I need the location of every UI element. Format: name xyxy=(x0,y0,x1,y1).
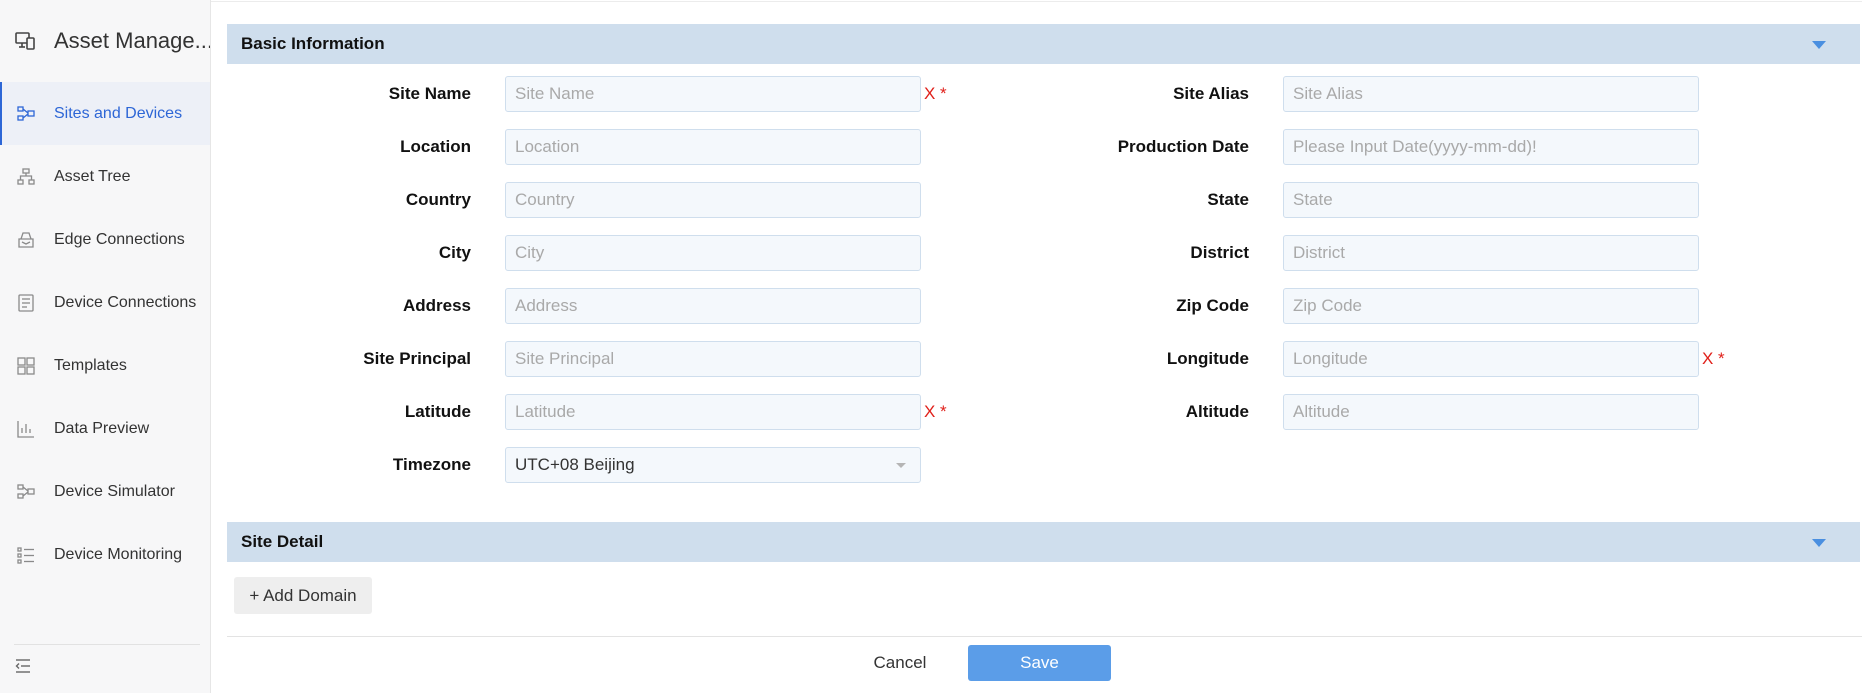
basic-information-header[interactable]: Basic Information xyxy=(227,24,1860,64)
sidebar-item-edge-connections[interactable]: Edge Connections xyxy=(0,208,210,271)
save-button[interactable]: Save xyxy=(968,645,1111,681)
sidebar: Asset Manage... Sites and Devices Asset … xyxy=(0,0,211,693)
timezone-select[interactable]: UTC+08 Beijing xyxy=(505,447,921,483)
location-label: Location xyxy=(400,137,471,156)
sidebar-header: Asset Manage... xyxy=(0,0,210,82)
collapse-menu-icon[interactable] xyxy=(14,657,32,675)
country-input[interactable] xyxy=(505,182,921,218)
edge-connections-icon xyxy=(16,230,36,250)
latitude-label: Latitude xyxy=(404,402,471,421)
altitude-label: Altitude xyxy=(1185,402,1249,421)
sidebar-item-device-connections[interactable]: Device Connections xyxy=(0,271,210,334)
latitude-input[interactable] xyxy=(505,394,921,430)
footer-divider xyxy=(227,636,1862,637)
site-name-input[interactable] xyxy=(505,76,921,112)
collapse-caret-icon[interactable] xyxy=(1812,41,1826,49)
site-principal-label: Site Principal xyxy=(363,349,471,368)
district-label: District xyxy=(1190,243,1249,262)
location-input[interactable] xyxy=(505,129,921,165)
address-label: Address xyxy=(402,296,471,315)
sites-devices-icon xyxy=(16,104,36,124)
sidebar-item-asset-tree[interactable]: Asset Tree xyxy=(0,145,210,208)
top-divider xyxy=(211,0,1862,2)
sidebar-item-label: Edge Connections xyxy=(54,230,185,248)
sidebar-item-templates[interactable]: Templates xyxy=(0,334,210,397)
device-connections-icon xyxy=(16,293,36,313)
site-principal-input[interactable] xyxy=(505,341,921,377)
zip-code-label: Zip Code xyxy=(1176,296,1249,315)
site-detail-header[interactable]: Site Detail xyxy=(227,522,1860,562)
address-input[interactable] xyxy=(505,288,921,324)
sidebar-item-label: Asset Tree xyxy=(54,167,131,185)
state-input[interactable] xyxy=(1283,182,1699,218)
production-date-input[interactable] xyxy=(1283,129,1699,165)
device-simulator-icon xyxy=(16,482,36,502)
sidebar-item-label: Templates xyxy=(54,356,127,374)
timezone-label: Timezone xyxy=(392,455,471,474)
app-title: Asset Manage... xyxy=(54,28,210,53)
sidebar-item-label: Sites and Devices xyxy=(54,104,183,122)
cancel-button[interactable]: Cancel xyxy=(840,645,960,681)
latitude-required-mark: X * xyxy=(924,402,947,421)
sidebar-item-device-simulator[interactable]: Device Simulator xyxy=(0,460,210,523)
sidebar-item-label: Device Simulator xyxy=(54,482,175,500)
sidebar-footer xyxy=(14,644,200,684)
site-alias-label: Site Alias xyxy=(1173,84,1249,103)
data-preview-icon xyxy=(16,419,36,439)
sidebar-item-sites-and-devices[interactable]: Sites and Devices xyxy=(0,82,210,145)
site-name-required-mark: X * xyxy=(924,84,947,103)
main-content: Basic Information Site Name X * Location… xyxy=(211,0,1862,693)
site-name-label: Site Name xyxy=(388,84,471,103)
sidebar-item-label: Device Monitoring xyxy=(54,545,183,563)
sidebar-item-device-monitoring[interactable]: Device Monitoring xyxy=(0,523,210,586)
longitude-required-mark: X * xyxy=(1702,349,1725,368)
section-title: Basic Information xyxy=(241,34,385,53)
device-monitoring-icon xyxy=(16,545,36,565)
city-input[interactable] xyxy=(505,235,921,271)
section-title: Site Detail xyxy=(241,532,324,551)
add-domain-button[interactable]: + Add Domain xyxy=(234,577,372,614)
asset-tree-icon xyxy=(16,167,36,187)
production-date-label: Production Date xyxy=(1117,137,1249,156)
district-input[interactable] xyxy=(1283,235,1699,271)
longitude-input[interactable] xyxy=(1283,341,1699,377)
asset-manager-logo-icon xyxy=(14,30,36,52)
collapse-caret-icon[interactable] xyxy=(1812,539,1826,547)
altitude-input[interactable] xyxy=(1283,394,1699,430)
city-label: City xyxy=(438,243,471,262)
longitude-label: Longitude xyxy=(1166,349,1249,368)
state-label: State xyxy=(1207,190,1249,209)
zip-code-input[interactable] xyxy=(1283,288,1699,324)
country-label: Country xyxy=(405,190,471,209)
chevron-down-icon xyxy=(896,463,906,468)
templates-icon xyxy=(16,356,36,376)
timezone-value: UTC+08 Beijing xyxy=(515,455,635,474)
sidebar-item-data-preview[interactable]: Data Preview xyxy=(0,397,210,460)
sidebar-item-label: Device Connections xyxy=(54,293,197,311)
sidebar-item-label: Data Preview xyxy=(54,419,150,437)
site-alias-input[interactable] xyxy=(1283,76,1699,112)
